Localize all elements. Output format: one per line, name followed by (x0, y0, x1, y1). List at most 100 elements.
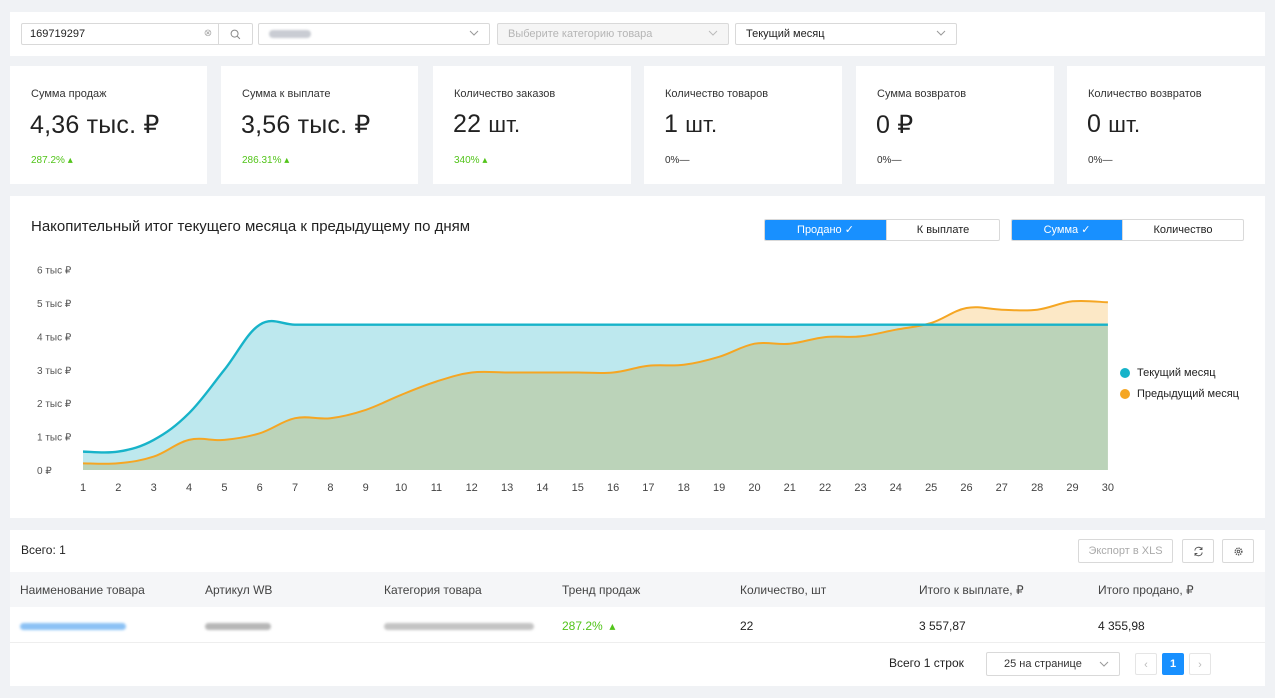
col-sold[interactable]: Итого продано, ₽ (1098, 583, 1194, 597)
kpi-trend: 0%— (1088, 155, 1113, 166)
x-tick-label: 7 (292, 482, 298, 494)
x-tick-label: 5 (221, 482, 227, 494)
search-input[interactable]: 169719297 (22, 24, 198, 44)
y-tick-label: 3 тыс ₽ (37, 366, 72, 377)
settings-button[interactable] (1222, 539, 1254, 563)
x-tick-label: 9 (363, 482, 369, 494)
chart-title: Накопительный итог текущего месяца к пре… (31, 218, 471, 235)
shop-select[interactable] (258, 23, 490, 45)
toggle-quantity[interactable]: Количество (1122, 220, 1243, 240)
check-icon: ✓ (844, 224, 854, 236)
x-tick-label: 12 (466, 482, 478, 494)
export-xls-button[interactable]: Экспорт в XLS (1078, 539, 1173, 563)
x-tick-label: 17 (642, 482, 654, 494)
kpi-card-products: Количество товаров 1 шт. 0%— (644, 66, 842, 184)
col-payout[interactable]: Итого к выплате, ₽ (919, 583, 1024, 597)
chevron-down-icon (469, 30, 479, 36)
total-count: Всего: 1 (21, 543, 66, 557)
metric-toggle: Продано ✓ К выплате (764, 219, 1000, 241)
x-tick-label: 14 (536, 482, 548, 494)
chart-legend: Текущий месяц Предыдущий месяц (1120, 362, 1239, 404)
x-tick-label: 28 (1031, 482, 1043, 494)
col-category[interactable]: Категория товара (384, 583, 482, 597)
row-quantity: 22 (740, 619, 754, 633)
arrow-up-icon: ▴ (609, 619, 616, 633)
check-icon: ✓ (1081, 224, 1091, 236)
kpi-trend: 286.31% ▴ (242, 155, 290, 166)
gear-icon (1233, 546, 1243, 556)
kpi-label: Количество товаров (665, 88, 769, 100)
y-tick-label: 2 тыс ₽ (37, 399, 72, 410)
col-trend[interactable]: Тренд продаж (562, 583, 640, 597)
dash-icon: — (1102, 155, 1113, 166)
page-size-select[interactable]: 25 на странице (986, 652, 1120, 676)
product-name-link-redacted[interactable] (20, 623, 126, 630)
kpi-value: 0 шт. (1087, 110, 1141, 138)
x-tick-label: 26 (960, 482, 972, 494)
kpi-card-sales: Сумма продаж 4,36 тыс. ₽ 287.2% ▴ (10, 66, 207, 184)
table-panel: Всего: 1 Экспорт в XLS Наименование това… (10, 530, 1265, 686)
kpi-label: Сумма к выплате (242, 88, 331, 100)
x-tick-label: 25 (925, 482, 937, 494)
col-product-name[interactable]: Наименование товара (20, 583, 145, 597)
search-button[interactable] (218, 24, 252, 44)
y-tick-label: 6 тыс ₽ (37, 266, 72, 277)
col-article[interactable]: Артикул WB (205, 583, 272, 597)
pager-total: Всего 1 строк (889, 656, 964, 670)
x-tick-label: 8 (327, 482, 333, 494)
toggle-sum[interactable]: Сумма ✓ (1012, 220, 1122, 240)
x-tick-label: 24 (890, 482, 902, 494)
prev-page-button[interactable]: ‹ (1135, 653, 1157, 675)
period-value: Текущий месяц (746, 28, 825, 40)
shop-name-redacted (269, 30, 311, 38)
cumulative-chart: 0 ₽ 1 тыс ₽ 2 тыс ₽ 3 тыс ₽ 4 тыс ₽ 5 тыс ₽ 6 … (37, 266, 1114, 494)
y-tick-label: 0 ₽ (37, 466, 52, 477)
kpi-label: Сумма возвратов (877, 88, 967, 100)
y-tick-label: 5 тыс ₽ (37, 299, 72, 310)
row-sold: 4 355,98 (1098, 619, 1145, 633)
x-tick-label: 16 (607, 482, 619, 494)
table-header: Наименование товара Артикул WB Категория… (10, 572, 1265, 607)
search-icon (230, 29, 241, 39)
x-tick-label: 21 (784, 482, 796, 494)
filter-bar: 169719297 ⊗ Выберите категорию товара Те… (10, 12, 1265, 56)
x-tick-label: 27 (996, 482, 1008, 494)
page-1-button[interactable]: 1 (1162, 653, 1184, 675)
refresh-icon (1193, 546, 1203, 556)
x-tick-label: 4 (186, 482, 192, 494)
arrow-up-icon: ▴ (482, 155, 488, 166)
next-page-button[interactable]: › (1189, 653, 1211, 675)
kpi-value: 22 шт. (453, 110, 521, 138)
kpi-card-payout: Сумма к выплате 3,56 тыс. ₽ 286.31% ▴ (221, 66, 418, 184)
x-tick-label: 15 (572, 482, 584, 494)
row-payout: 3 557,87 (919, 619, 966, 633)
x-tick-label: 23 (854, 482, 866, 494)
article-redacted (205, 623, 271, 630)
x-tick-label: 20 (748, 482, 760, 494)
col-quantity[interactable]: Количество, шт (740, 583, 826, 597)
kpi-trend: 340% ▴ (454, 155, 488, 166)
x-tick-label: 13 (501, 482, 513, 494)
category-select[interactable]: Выберите категорию товара (497, 23, 729, 45)
kpi-value: 3,56 тыс. ₽ (241, 111, 371, 139)
category-redacted (384, 623, 534, 630)
clear-icon[interactable]: ⊗ (198, 24, 218, 44)
toggle-sold[interactable]: Продано ✓ (765, 220, 886, 240)
period-select[interactable]: Текущий месяц (735, 23, 957, 45)
refresh-button[interactable] (1182, 539, 1214, 563)
chart-panel: 0 ₽ 1 тыс ₽ 2 тыс ₽ 3 тыс ₽ 4 тыс ₽ 5 тыс ₽ 6 … (10, 196, 1265, 518)
toggle-payout[interactable]: К выплате (886, 220, 999, 240)
x-tick-label: 30 (1102, 482, 1114, 494)
y-tick-label: 4 тыс ₽ (37, 332, 72, 343)
x-tick-label: 2 (115, 482, 121, 494)
dash-icon: — (679, 155, 690, 166)
legend-item-previous[interactable]: Предыдущий месяц (1120, 383, 1239, 404)
kpi-value: 1 шт. (664, 110, 718, 138)
measure-toggle: Сумма ✓ Количество (1011, 219, 1244, 241)
kpi-trend: 287.2% ▴ (31, 155, 73, 166)
table-row[interactable]: 287.2% ▴ 22 3 557,87 4 355,98 (10, 607, 1265, 643)
search-field[interactable]: 169719297 ⊗ (21, 23, 253, 45)
x-tick-label: 19 (713, 482, 725, 494)
legend-item-current[interactable]: Текущий месяц (1120, 362, 1239, 383)
x-tick-label: 22 (819, 482, 831, 494)
